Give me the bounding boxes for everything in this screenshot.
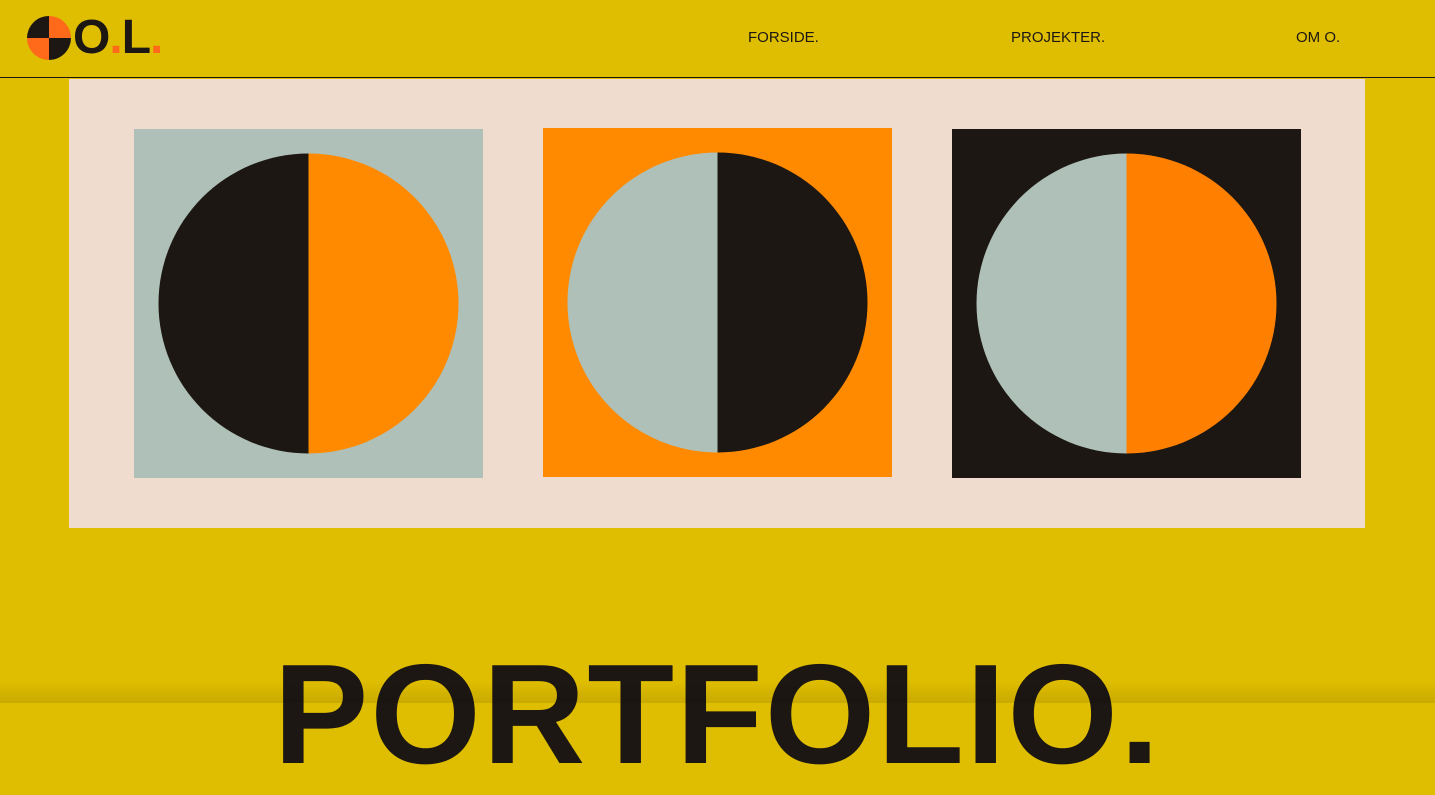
nav-link-projekter[interactable]: PROJEKTER.: [1011, 29, 1105, 46]
half-circle-artwork: [134, 129, 483, 478]
nav-link-om[interactable]: OM O.: [1296, 29, 1340, 46]
half-circle-artwork: [543, 128, 892, 477]
project-tile[interactable]: [952, 129, 1301, 478]
site-header: O.L. FORSIDE. PROJEKTER. OM O.: [0, 0, 1435, 78]
logo-letter-o: O: [73, 11, 110, 64]
logo-letter-l: L: [121, 11, 151, 64]
page-title: PORTFOLIO.: [273, 635, 1162, 795]
logo-dot: .: [109, 11, 122, 64]
nav-link-forside[interactable]: FORSIDE.: [748, 29, 819, 46]
half-circle-artwork: [952, 129, 1301, 478]
quartered-circle-icon: [27, 16, 71, 60]
project-tile[interactable]: [134, 129, 483, 478]
project-gallery: [69, 79, 1365, 528]
logo-dot: .: [150, 11, 163, 64]
bottom-shadow: [0, 681, 1435, 703]
logo-wordmark: O.L.: [73, 14, 163, 62]
logo-link[interactable]: O.L.: [27, 14, 163, 62]
project-tile[interactable]: [543, 128, 892, 477]
